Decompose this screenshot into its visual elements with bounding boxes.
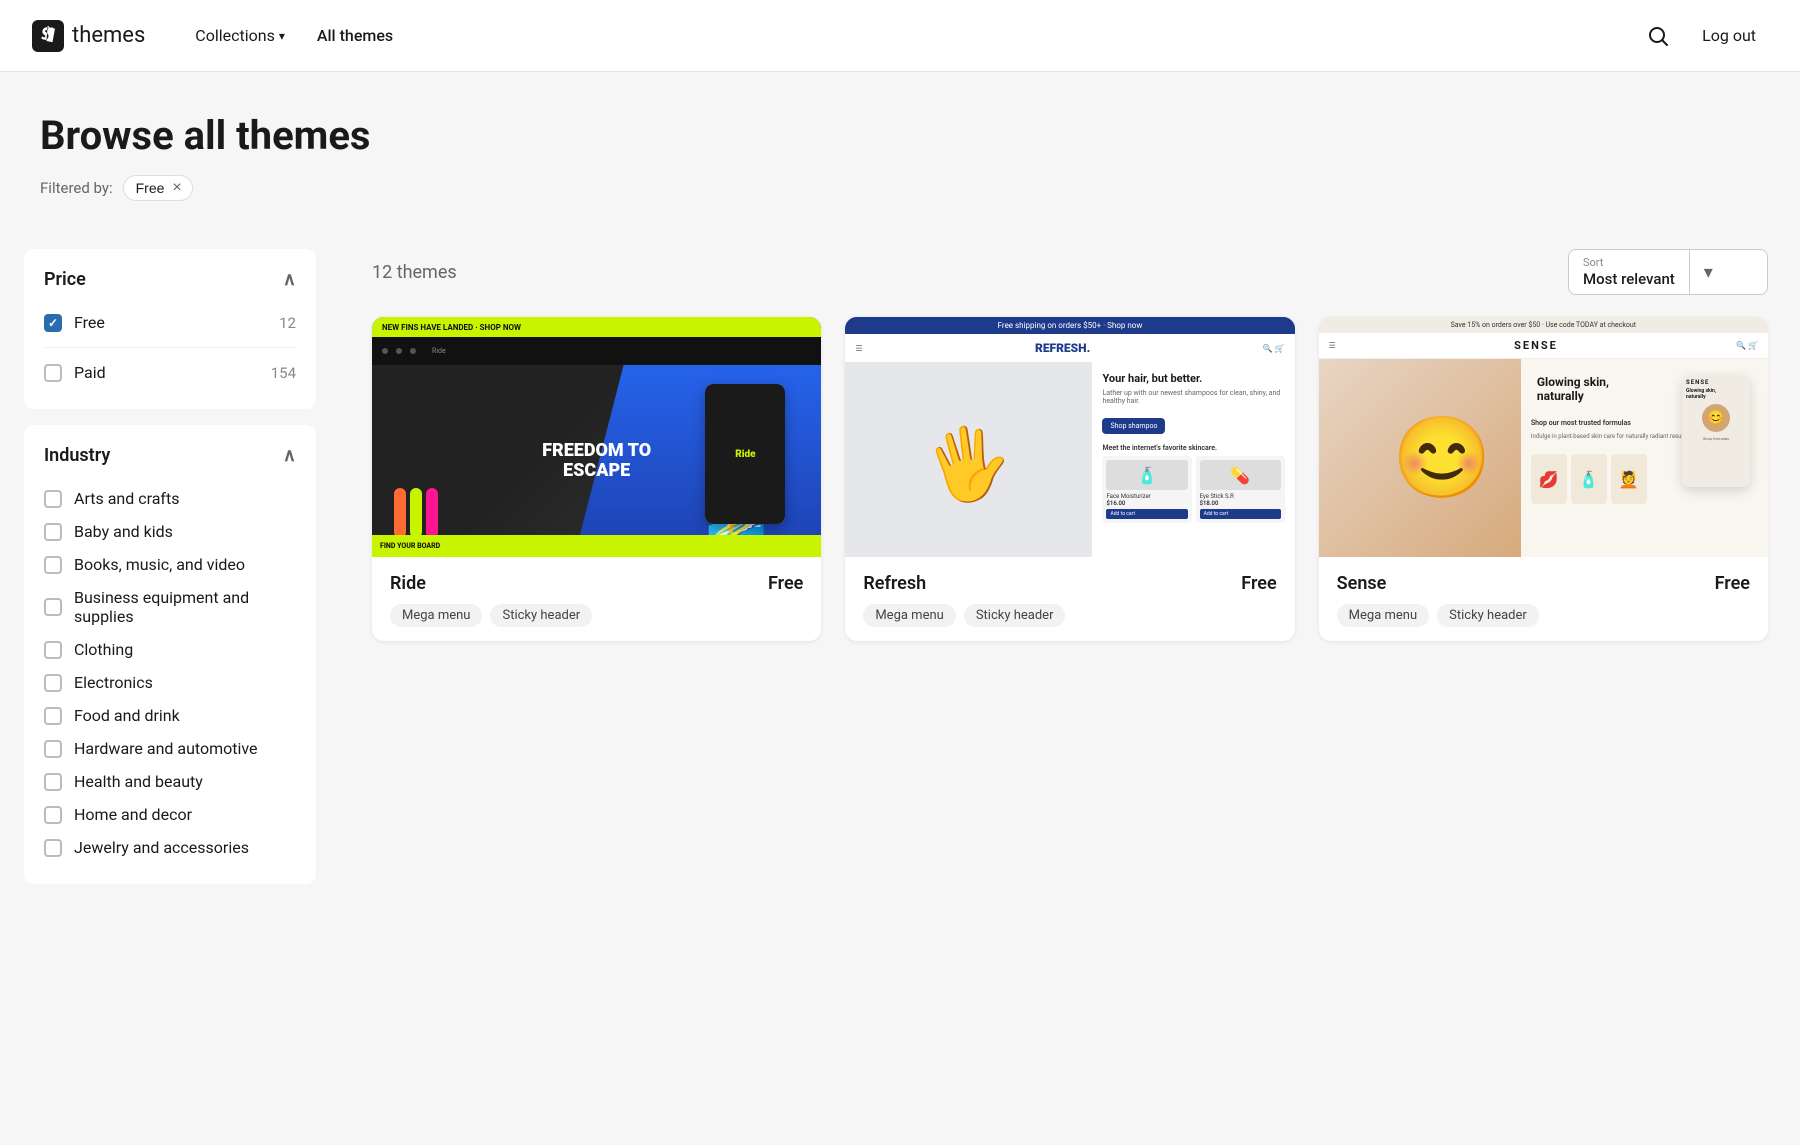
- theme-card-refresh-preview: Free shipping on orders $50+ · Shop now …: [845, 317, 1294, 557]
- industry-filter-header[interactable]: Industry ∧: [44, 445, 296, 466]
- theme-card-sense-preview: Save 15% on orders over $50 · Use code T…: [1319, 317, 1768, 557]
- industry-home-item[interactable]: Home and decor: [44, 798, 296, 831]
- hero-section: Browse all themes Filtered by: Free ×: [0, 72, 1800, 221]
- theme-card-refresh[interactable]: Free shipping on orders $50+ · Shop now …: [845, 317, 1294, 641]
- price-paid-item[interactable]: Paid 154: [44, 356, 296, 389]
- industry-arts-item[interactable]: Arts and crafts: [44, 482, 296, 515]
- themes-count: 12 themes: [372, 262, 457, 283]
- collections-link[interactable]: Collections ▾: [181, 18, 299, 53]
- nav-actions: Log out: [1646, 18, 1768, 53]
- filter-label: Filtered by:: [40, 179, 113, 197]
- logout-button[interactable]: Log out: [1690, 18, 1768, 53]
- hardware-checkbox[interactable]: [44, 740, 62, 758]
- chevron-down-icon: ▾: [279, 29, 285, 43]
- price-chevron-icon: ∧: [283, 269, 296, 290]
- industry-jewelry-item[interactable]: Jewelry and accessories: [44, 831, 296, 864]
- baby-checkbox[interactable]: [44, 523, 62, 541]
- content-area: 12 themes Sort Most relevant ▾ NEW FINS …: [340, 221, 1800, 1145]
- price-filter-section: Price ∧ Free 12 Paid 154: [24, 249, 316, 409]
- price-divider: [44, 347, 296, 348]
- content-header: 12 themes Sort Most relevant ▾: [372, 249, 1768, 295]
- theme-card-sense[interactable]: Save 15% on orders over $50 · Use code T…: [1319, 317, 1768, 641]
- remove-filter-icon[interactable]: ×: [172, 179, 181, 197]
- jewelry-checkbox[interactable]: [44, 839, 62, 857]
- industry-hardware-item[interactable]: Hardware and automotive: [44, 732, 296, 765]
- books-checkbox[interactable]: [44, 556, 62, 574]
- logo[interactable]: themes: [32, 20, 145, 52]
- paid-checkbox[interactable]: [44, 364, 62, 382]
- theme-grid: NEW FINS HAVE LANDED · SHOP NOW Ride FRE…: [372, 317, 1768, 641]
- industry-business-item[interactable]: Business equipment and supplies: [44, 581, 296, 633]
- industry-clothing-item[interactable]: Clothing: [44, 633, 296, 666]
- main-layout: Price ∧ Free 12 Paid 154: [0, 221, 1800, 1145]
- clothing-checkbox[interactable]: [44, 641, 62, 659]
- page-title: Browse all themes: [40, 112, 1760, 159]
- health-checkbox[interactable]: [44, 773, 62, 791]
- all-themes-link[interactable]: All themes: [303, 18, 407, 53]
- industry-food-item[interactable]: Food and drink: [44, 699, 296, 732]
- industry-health-item[interactable]: Health and beauty: [44, 765, 296, 798]
- theme-card-ride[interactable]: NEW FINS HAVE LANDED · SHOP NOW Ride FRE…: [372, 317, 821, 641]
- price-filter-header[interactable]: Price ∧: [44, 269, 296, 290]
- price-free-item[interactable]: Free 12: [44, 306, 296, 339]
- industry-baby-item[interactable]: Baby and kids: [44, 515, 296, 548]
- business-checkbox[interactable]: [44, 598, 62, 616]
- food-checkbox[interactable]: [44, 707, 62, 725]
- navbar: themes Collections ▾ All themes Log out: [0, 0, 1800, 72]
- industry-chevron-icon: ∧: [283, 445, 296, 466]
- arts-checkbox[interactable]: [44, 490, 62, 508]
- industry-filter-section: Industry ∧ Arts and crafts Baby and kids…: [24, 425, 316, 884]
- home-checkbox[interactable]: [44, 806, 62, 824]
- sort-label: Sort: [1583, 256, 1675, 269]
- theme-card-ride-preview: NEW FINS HAVE LANDED · SHOP NOW Ride FRE…: [372, 317, 821, 557]
- free-filter-badge[interactable]: Free ×: [123, 175, 193, 201]
- nav-links: Collections ▾ All themes: [181, 18, 1646, 53]
- sort-value: Most relevant: [1583, 270, 1675, 288]
- shopify-logo-icon: [32, 20, 64, 52]
- chevron-down-icon: ▾: [1704, 262, 1713, 283]
- search-icon[interactable]: [1646, 24, 1670, 48]
- industry-books-item[interactable]: Books, music, and video: [44, 548, 296, 581]
- sidebar: Price ∧ Free 12 Paid 154: [0, 221, 340, 1145]
- sort-dropdown[interactable]: Sort Most relevant ▾: [1568, 249, 1768, 295]
- industry-electronics-item[interactable]: Electronics: [44, 666, 296, 699]
- free-checkbox[interactable]: [44, 314, 62, 332]
- sort-chevron-button[interactable]: ▾: [1690, 262, 1727, 283]
- filter-row: Filtered by: Free ×: [40, 175, 1760, 201]
- electronics-checkbox[interactable]: [44, 674, 62, 692]
- logo-text: themes: [72, 23, 145, 48]
